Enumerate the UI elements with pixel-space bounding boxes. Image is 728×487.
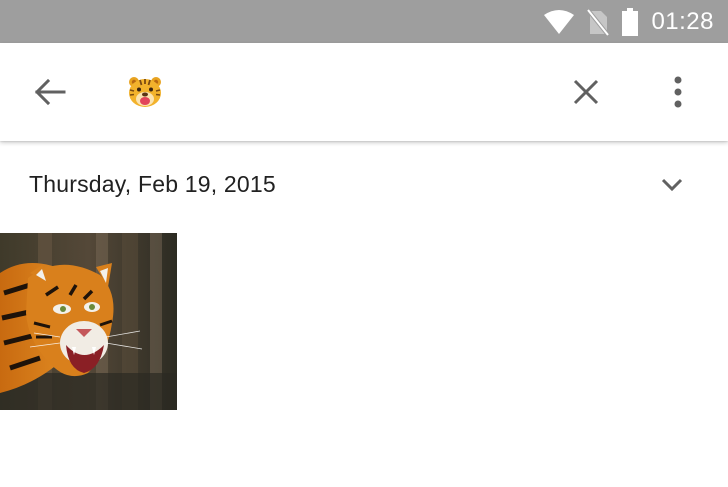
expand-button[interactable]: [648, 163, 696, 207]
close-icon: [572, 78, 600, 106]
date-section-header: Thursday, Feb 19, 2015: [0, 141, 728, 231]
no-sim-icon: [587, 8, 610, 36]
status-time: 01:28: [651, 7, 714, 35]
battery-icon: [621, 7, 639, 37]
tiger-face-icon: [127, 75, 163, 109]
arrow-left-icon: [34, 78, 66, 106]
close-button[interactable]: [558, 67, 614, 117]
app-bar: [0, 43, 728, 141]
date-label: Thursday, Feb 19, 2015: [29, 171, 276, 197]
more-vert-icon: [673, 76, 683, 108]
wifi-icon: [543, 9, 575, 35]
app-logo: [120, 67, 170, 117]
more-options-button[interactable]: [652, 67, 704, 117]
status-icons: 01:28: [543, 0, 714, 43]
tiger-photo: [0, 233, 177, 410]
chevron-down-icon: [661, 178, 683, 192]
back-button[interactable]: [22, 67, 78, 117]
photo-thumbnail[interactable]: [0, 233, 177, 410]
status-bar: 01:28: [0, 0, 728, 43]
